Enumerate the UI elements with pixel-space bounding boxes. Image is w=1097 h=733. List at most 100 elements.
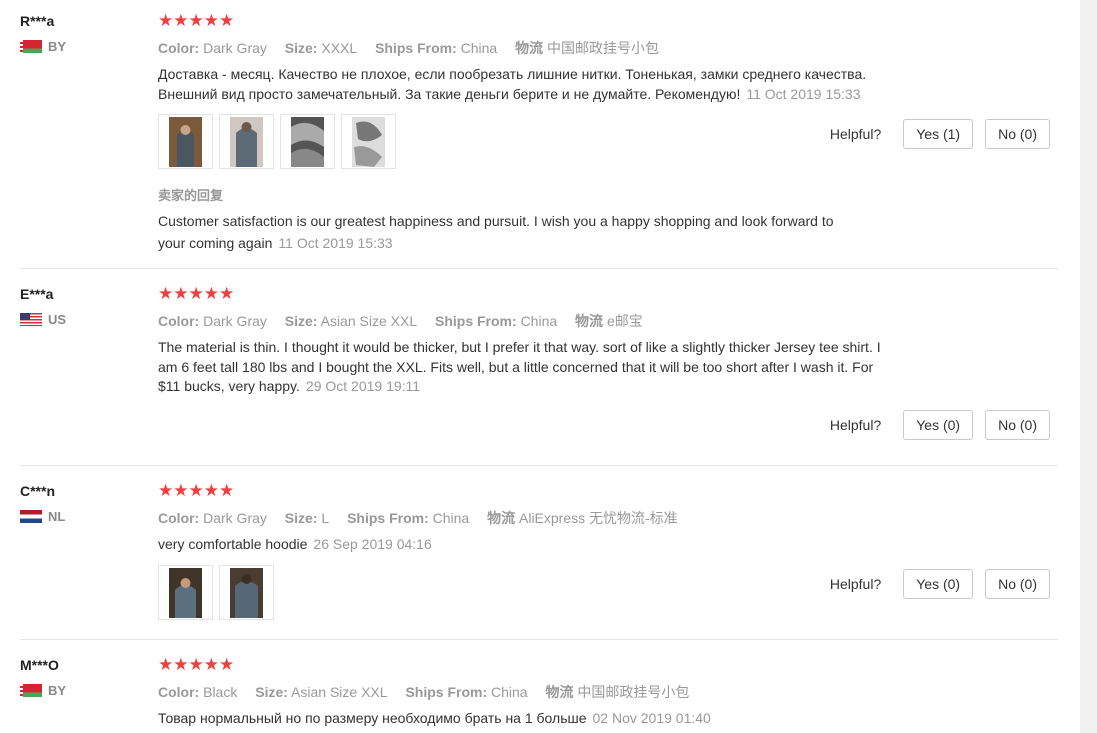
ships-from-label: Ships From:	[347, 510, 429, 526]
review-photo[interactable]	[280, 114, 335, 169]
size-label: Size:	[284, 313, 318, 329]
star-rating: ★★★★★	[158, 481, 235, 500]
helpful-label: Helpful?	[829, 126, 882, 142]
color-label: Color:	[158, 510, 200, 526]
size-value: Asian Size XXL	[320, 313, 418, 329]
hoodie-photo-icon	[230, 117, 263, 167]
review-photo[interactable]	[158, 564, 213, 620]
hoodie-photo-icon	[169, 117, 202, 167]
review-text-line: The material is thin. I thought it would…	[158, 339, 881, 355]
review-user: E***a US	[20, 285, 140, 327]
review-photo[interactable]	[158, 114, 213, 169]
helpful-controls: Helpful? Yes (1) No (0)	[830, 119, 1050, 149]
size-value: L	[321, 510, 330, 526]
review-text: The material is thin. I thought it would…	[158, 338, 958, 397]
helpful-controls: Helpful? Yes (0) No (0)	[830, 410, 1050, 440]
review-photo[interactable]	[341, 114, 396, 169]
star-rating: ★★★★★	[158, 11, 235, 30]
helpful-no-button[interactable]: No (0)	[985, 569, 1050, 599]
review-attributes: Color: Black Size: Asian Size XXL Ships …	[158, 683, 958, 701]
reply-text-line: your coming again	[158, 235, 273, 251]
helpful-controls: Helpful? Yes (0) No (0)	[830, 569, 1050, 599]
size-value: XXXL	[321, 40, 358, 56]
review-photo[interactable]	[219, 564, 274, 620]
review-item: E***a US ★★★★★ Color: Dark Gray Size: As…	[0, 285, 1058, 466]
review-date: 26 Sep 2019 04:16	[313, 536, 432, 552]
country-code: US	[48, 311, 67, 327]
review-text: very comfortable hoodie 26 Sep 2019 04:16	[158, 535, 958, 555]
review-text-line: $11 bucks, very happy.	[158, 378, 300, 394]
ships-from-label: Ships From:	[435, 313, 517, 329]
size-label: Size:	[284, 510, 318, 526]
user-name: E***a	[20, 286, 54, 302]
color-value: Dark Gray	[203, 510, 267, 526]
logistics-label: 物流	[575, 313, 604, 329]
logistics-label: 物流	[515, 40, 544, 56]
ships-from-value: China	[491, 684, 528, 700]
review-text-line: Доставка - месяц. Качество не плохое, ес…	[158, 66, 867, 82]
size-value: Asian Size XXL	[291, 684, 388, 700]
review-date: 02 Nov 2019 01:40	[592, 710, 711, 726]
review-content: ★★★★★ Color: Black Size: Asian Size XXL …	[158, 656, 958, 729]
review-text-line: Внешний вид просто замечательный. За так…	[158, 85, 741, 102]
helpful-no-button[interactable]: No (0)	[985, 410, 1050, 440]
review-text: Доставка - месяц. Качество не плохое, ес…	[158, 65, 958, 104]
color-label: Color:	[158, 684, 200, 700]
fabric-photo-icon	[291, 117, 324, 167]
scrollbar-track[interactable]	[1080, 0, 1097, 733]
review-text: Товар нормальный но по размеру необходим…	[158, 709, 958, 729]
review-user: R***a BY	[20, 12, 140, 54]
user-country: BY	[20, 682, 140, 698]
flag-us-icon	[20, 312, 42, 326]
size-label: Size:	[284, 40, 318, 56]
scrollbar-thumb[interactable]	[1082, 0, 1095, 733]
country-code: NL	[48, 508, 66, 524]
star-rating: ★★★★★	[158, 655, 235, 674]
helpful-no-button[interactable]: No (0)	[985, 119, 1050, 149]
helpful-label: Helpful?	[829, 417, 882, 433]
review-photo[interactable]	[219, 114, 274, 169]
reply-date: 11 Oct 2019 15:33	[278, 235, 393, 251]
user-name: R***a	[20, 13, 55, 29]
logistics-label: 物流	[545, 684, 574, 700]
ships-from-value: China	[460, 40, 498, 56]
fabric-photo-icon	[352, 117, 385, 167]
user-country: BY	[20, 38, 140, 54]
seller-reply-text: Customer satisfaction is our greatest ha…	[158, 210, 898, 254]
ships-from-value: China	[432, 510, 470, 526]
user-country: US	[20, 311, 140, 327]
review-divider	[20, 639, 1058, 640]
review-divider	[20, 465, 1058, 466]
review-user: C***n NL	[20, 482, 140, 524]
flag-by-icon	[20, 39, 42, 53]
reply-text-line: Customer satisfaction is our greatest ha…	[158, 213, 834, 229]
helpful-yes-button[interactable]: Yes (1)	[903, 119, 974, 149]
review-date: 29 Oct 2019 19:11	[305, 378, 421, 394]
review-text-line: Товар нормальный но по размеру необходим…	[158, 710, 587, 726]
review-divider	[20, 268, 1058, 269]
star-rating: ★★★★★	[158, 284, 235, 303]
color-value: Dark Gray	[203, 40, 267, 56]
size-label: Size:	[255, 684, 288, 700]
review-content: ★★★★★ Color: Dark Gray Size: Asian Size …	[158, 285, 958, 397]
logistics-value: 中国邮政挂号小包	[547, 40, 660, 56]
review-text-line: am 6 feet tall 180 lbs and I bought the …	[158, 358, 874, 375]
logistics-value: e邮宝	[606, 313, 643, 329]
flag-nl-icon	[20, 509, 42, 523]
hoodie-photo-icon	[230, 567, 263, 618]
ships-from-value: China	[520, 313, 558, 329]
ships-from-label: Ships From:	[405, 684, 488, 700]
user-country: NL	[20, 508, 140, 524]
logistics-value: 中国邮政挂号小包	[577, 684, 690, 700]
helpful-label: Helpful?	[829, 576, 882, 592]
user-name: M***O	[20, 657, 59, 673]
review-item: M***O BY ★★★★★ Color: Black Size: Asian …	[0, 656, 1058, 733]
helpful-yes-button[interactable]: Yes (0)	[903, 569, 974, 599]
review-user: M***O BY	[20, 656, 140, 698]
color-value: Dark Gray	[203, 313, 267, 329]
helpful-yes-button[interactable]: Yes (0)	[903, 410, 974, 440]
country-code: BY	[48, 682, 67, 698]
country-code: BY	[48, 38, 67, 54]
review-attributes: Color: Dark Gray Size: L Ships From: Chi…	[158, 509, 958, 527]
review-item: R***a BY ★★★★★ Color: Dark Gray Size: XX…	[0, 12, 1058, 269]
